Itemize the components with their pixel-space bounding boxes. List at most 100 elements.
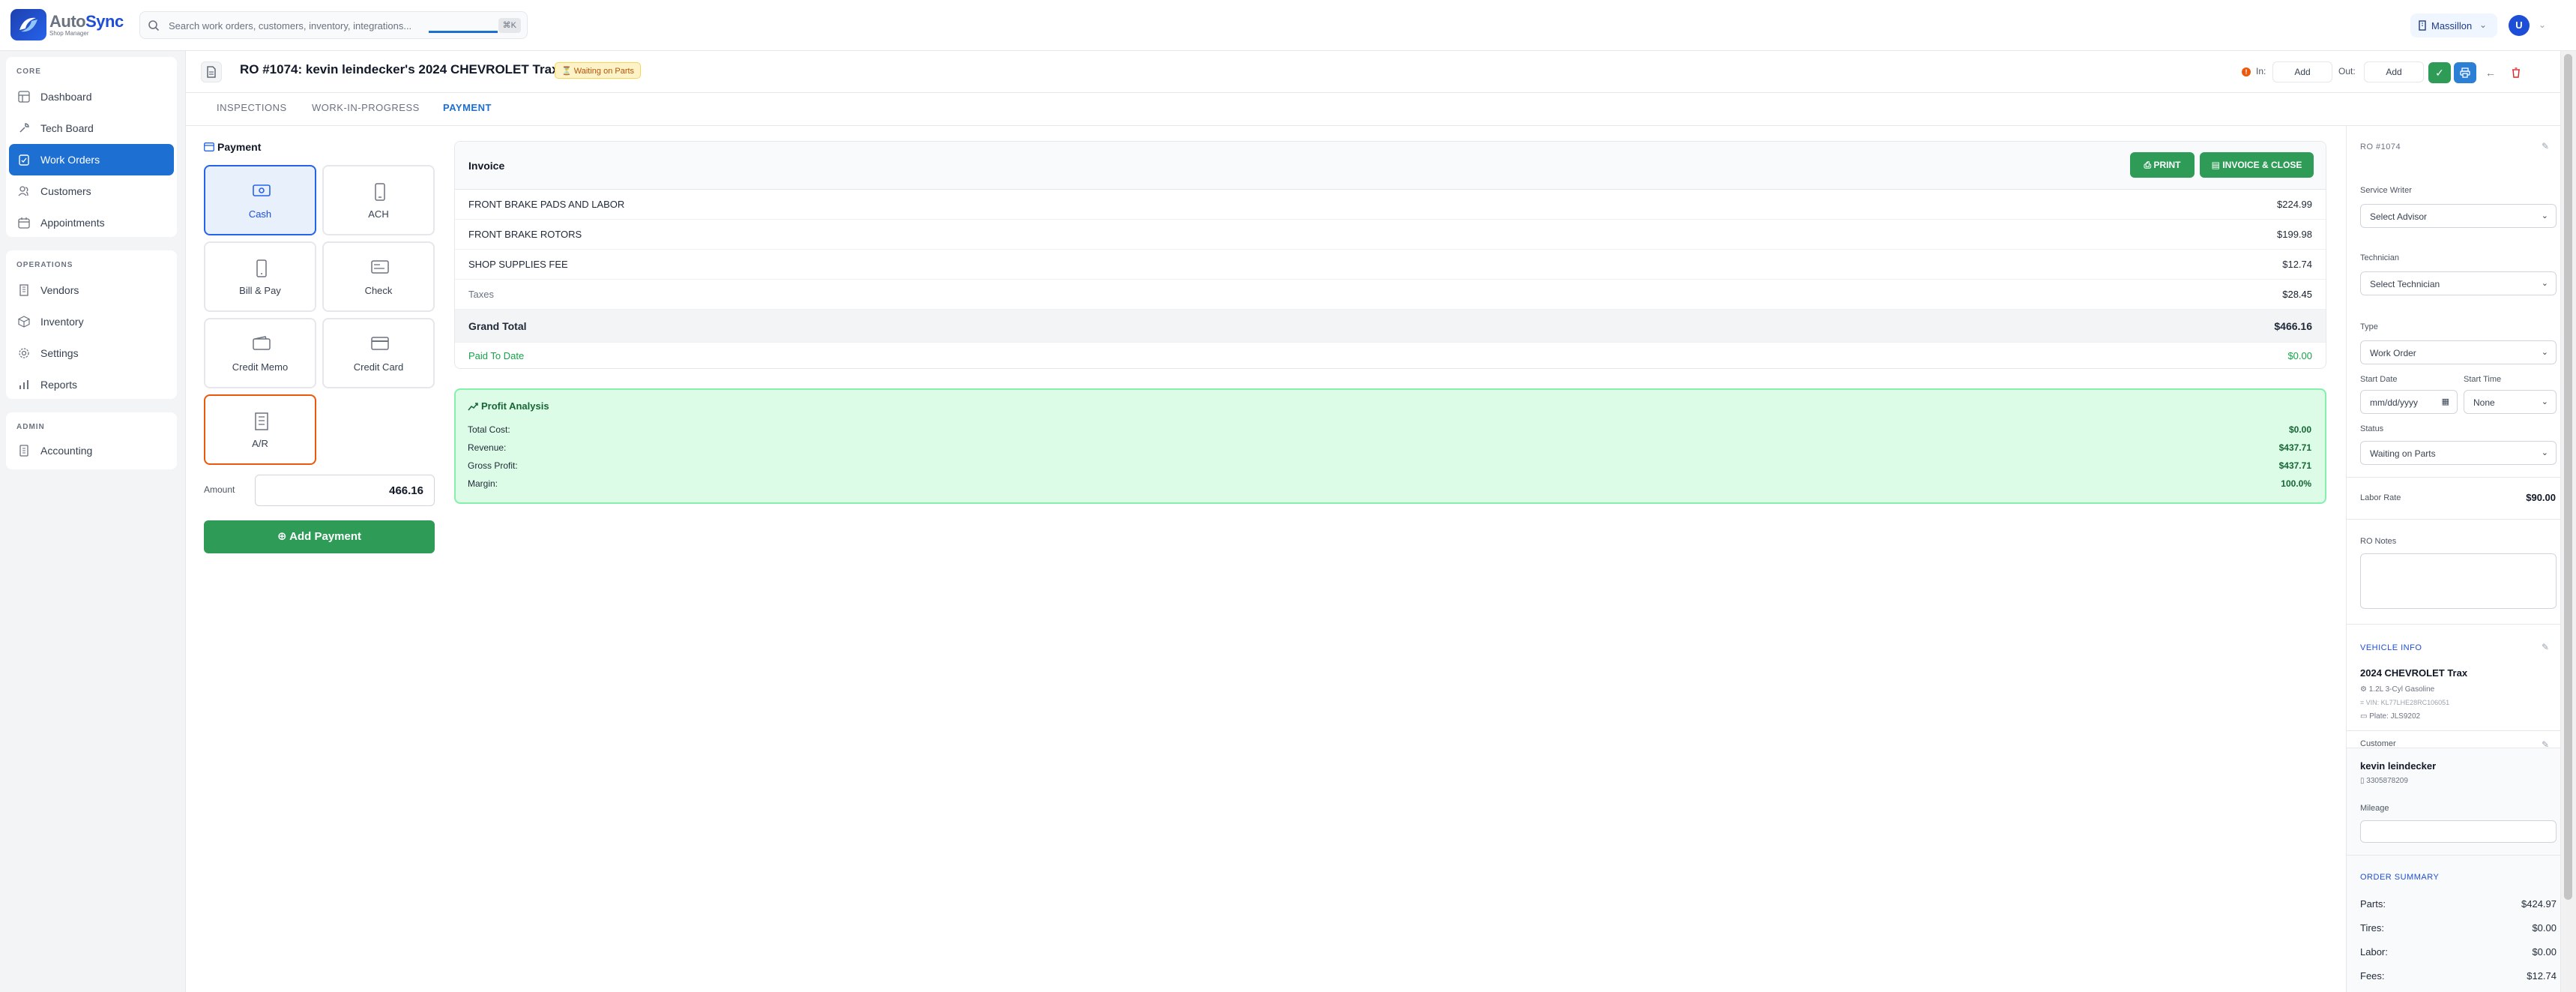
tab-inspections[interactable]: INSPECTIONS — [217, 102, 287, 113]
payment-title: Payment — [217, 141, 262, 153]
payment-method-check[interactable]: Check — [322, 241, 435, 312]
customer-name[interactable]: kevin leindecker — [2360, 760, 2436, 772]
start-date-placeholder: mm/dd/yyyy — [2370, 397, 2419, 408]
start-time-select[interactable]: None ⌄ — [2464, 390, 2557, 414]
profit-analysis-panel: Profit Analysis Total Cost: $0.00 Revenue… — [454, 388, 2326, 504]
print-button[interactable] — [2454, 62, 2476, 83]
ro-tabs: INSPECTIONS WORK-IN-PROGRESS PAYMENT — [186, 93, 2560, 126]
chevron-down-icon: ⌄ — [2541, 211, 2548, 220]
start-date-input[interactable]: mm/dd/yyyy ▦ — [2360, 390, 2458, 414]
invoice-print-button[interactable]: ⎙ PRINT — [2130, 152, 2195, 178]
summary-row: Labor: $0.00 — [2360, 946, 2557, 958]
technician-label: Technician — [2360, 253, 2399, 262]
edit-icon[interactable]: ✎ — [2542, 141, 2549, 151]
type-select[interactable]: Work Order ⌄ — [2360, 340, 2557, 364]
payment-method-ar[interactable]: A/R — [204, 394, 316, 465]
profit-row: Revenue: $437.71 — [468, 442, 2311, 453]
invoice-close-button[interactable]: ▤ INVOICE & CLOSE — [2200, 152, 2314, 178]
back-button[interactable]: ← — [2479, 62, 2502, 83]
app-logo[interactable] — [10, 9, 46, 40]
invoice-header: Invoice ⎙ PRINT ▤ INVOICE & CLOSE — [455, 142, 2326, 190]
divider — [2347, 477, 2561, 478]
type-label: Type — [2360, 322, 2378, 331]
payment-method-label: Bill & Pay — [239, 285, 281, 296]
vehicle-info-heading: VEHICLE INFO — [2360, 643, 2422, 652]
invoice-line-name: SHOP SUPPLIES FEE — [468, 259, 568, 270]
check-out-button[interactable]: Add — [2364, 61, 2424, 82]
invoice-grand-total-row: Grand Total $466.16 — [455, 310, 2326, 343]
payment-method-credit-memo[interactable]: Credit Memo — [204, 318, 316, 388]
sidebar-item-label: Dashboard — [40, 91, 92, 103]
sidebar-item-customers[interactable]: Customers — [9, 175, 174, 207]
document-icon — [201, 61, 222, 82]
location-selector[interactable]: Massillon ⌄ — [2410, 13, 2497, 37]
credit-card-icon — [371, 337, 389, 350]
type-value: Work Order — [2370, 348, 2416, 358]
customer-phone[interactable]: ▯ 3305878209 — [2360, 777, 2408, 785]
invoice-line: FRONT BRAKE PADS AND LABOR $224.99 — [455, 190, 2326, 220]
sidebar-item-label: Vendors — [40, 284, 79, 296]
sidebar-item-inventory[interactable]: Inventory — [9, 306, 174, 337]
scrollbar-thumb[interactable] — [2564, 54, 2572, 900]
ro-notes-textarea[interactable] — [2360, 553, 2557, 609]
labor-rate-label: Labor Rate — [2360, 493, 2401, 502]
sidebar-item-vendors[interactable]: Vendors — [9, 274, 174, 306]
warning-icon: ! — [2242, 67, 2251, 76]
sidebar-item-reports[interactable]: Reports — [9, 369, 174, 400]
tab-payment[interactable]: PAYMENT — [443, 102, 492, 113]
sidebar-item-work-orders[interactable]: Work Orders — [9, 144, 174, 175]
gear-icon — [19, 348, 29, 358]
divider — [2347, 519, 2561, 520]
vehicle-name: 2024 CHEVROLET Trax — [2360, 667, 2468, 679]
mileage-label: Mileage — [2360, 804, 2389, 813]
barcode-icon: ⌗ — [2360, 699, 2366, 706]
add-payment-label: Add Payment — [289, 530, 362, 543]
paid-to-date-label: Paid To Date — [468, 350, 525, 361]
sidebar-item-appointments[interactable]: Appointments — [9, 207, 174, 238]
invoice-line: FRONT BRAKE ROTORS $199.98 — [455, 220, 2326, 250]
payment-method-cash[interactable]: Cash — [204, 165, 316, 235]
chevron-down-icon[interactable]: ⌄ — [2539, 19, 2546, 30]
summary-label: Tires: — [2360, 922, 2385, 934]
engine-icon: ⚙ — [2360, 685, 2369, 694]
building-icon — [19, 284, 28, 296]
sidebar-item-dashboard[interactable]: Dashboard — [9, 81, 174, 112]
payment-method-label: Credit Memo — [232, 361, 289, 373]
status-select[interactable]: Waiting on Parts ⌄ — [2360, 441, 2557, 465]
check-in-button[interactable]: Add — [2272, 61, 2332, 82]
profit-row-value: $437.71 — [2278, 460, 2311, 471]
building-icon — [2419, 20, 2426, 31]
edit-icon[interactable]: ✎ — [2542, 642, 2549, 652]
plate-icon: ▭ — [2360, 712, 2370, 721]
service-writer-select[interactable]: Select Advisor ⌄ — [2360, 204, 2557, 228]
edit-icon[interactable]: ✎ — [2542, 739, 2549, 750]
payment-method-label: Cash — [248, 208, 272, 220]
start-date-label: Start Date — [2360, 375, 2398, 384]
technician-select[interactable]: Select Technician ⌄ — [2360, 271, 2557, 295]
payment-method-ach[interactable]: ACH — [322, 165, 435, 235]
top-bar: AutoSync Shop Manager Search work orders… — [0, 0, 2576, 51]
payment-method-label: Credit Card — [353, 361, 404, 373]
chevron-down-icon: ⌄ — [2541, 448, 2548, 457]
taxes-value: $28.45 — [2282, 289, 2312, 300]
search-input[interactable]: Search work orders, customers, inventory… — [169, 20, 411, 31]
tab-work-in-progress[interactable]: WORK-IN-PROGRESS — [312, 102, 420, 113]
sidebar-item-settings[interactable]: Settings — [9, 337, 174, 369]
global-search[interactable]: Search work orders, customers, inventory… — [139, 11, 528, 39]
payment-method-bill-pay[interactable]: Bill & Pay — [204, 241, 316, 312]
delete-button[interactable] — [2505, 62, 2527, 83]
save-button[interactable]: ✓ — [2428, 62, 2451, 83]
sidebar-item-accounting[interactable]: Accounting — [9, 435, 174, 466]
amount-input[interactable]: 466.16 — [255, 475, 435, 506]
sidebar-item-tech-board[interactable]: Tech Board — [9, 112, 174, 144]
ro-number: RO #1074 — [2360, 142, 2401, 151]
invoice-taxes-row: Taxes $28.45 — [455, 280, 2326, 310]
user-avatar[interactable]: U — [2509, 15, 2530, 36]
payment-method-credit-card[interactable]: Credit Card — [322, 318, 435, 388]
status-value: Waiting on Parts — [2370, 448, 2436, 459]
invoice-paid-row: Paid To Date $0.00 — [455, 343, 2326, 368]
sidebar-item-label: Inventory — [40, 316, 84, 328]
add-payment-button[interactable]: ⊕ Add Payment — [204, 520, 435, 553]
profit-analysis-title: Profit Analysis — [481, 400, 549, 412]
mileage-input[interactable] — [2360, 820, 2557, 843]
